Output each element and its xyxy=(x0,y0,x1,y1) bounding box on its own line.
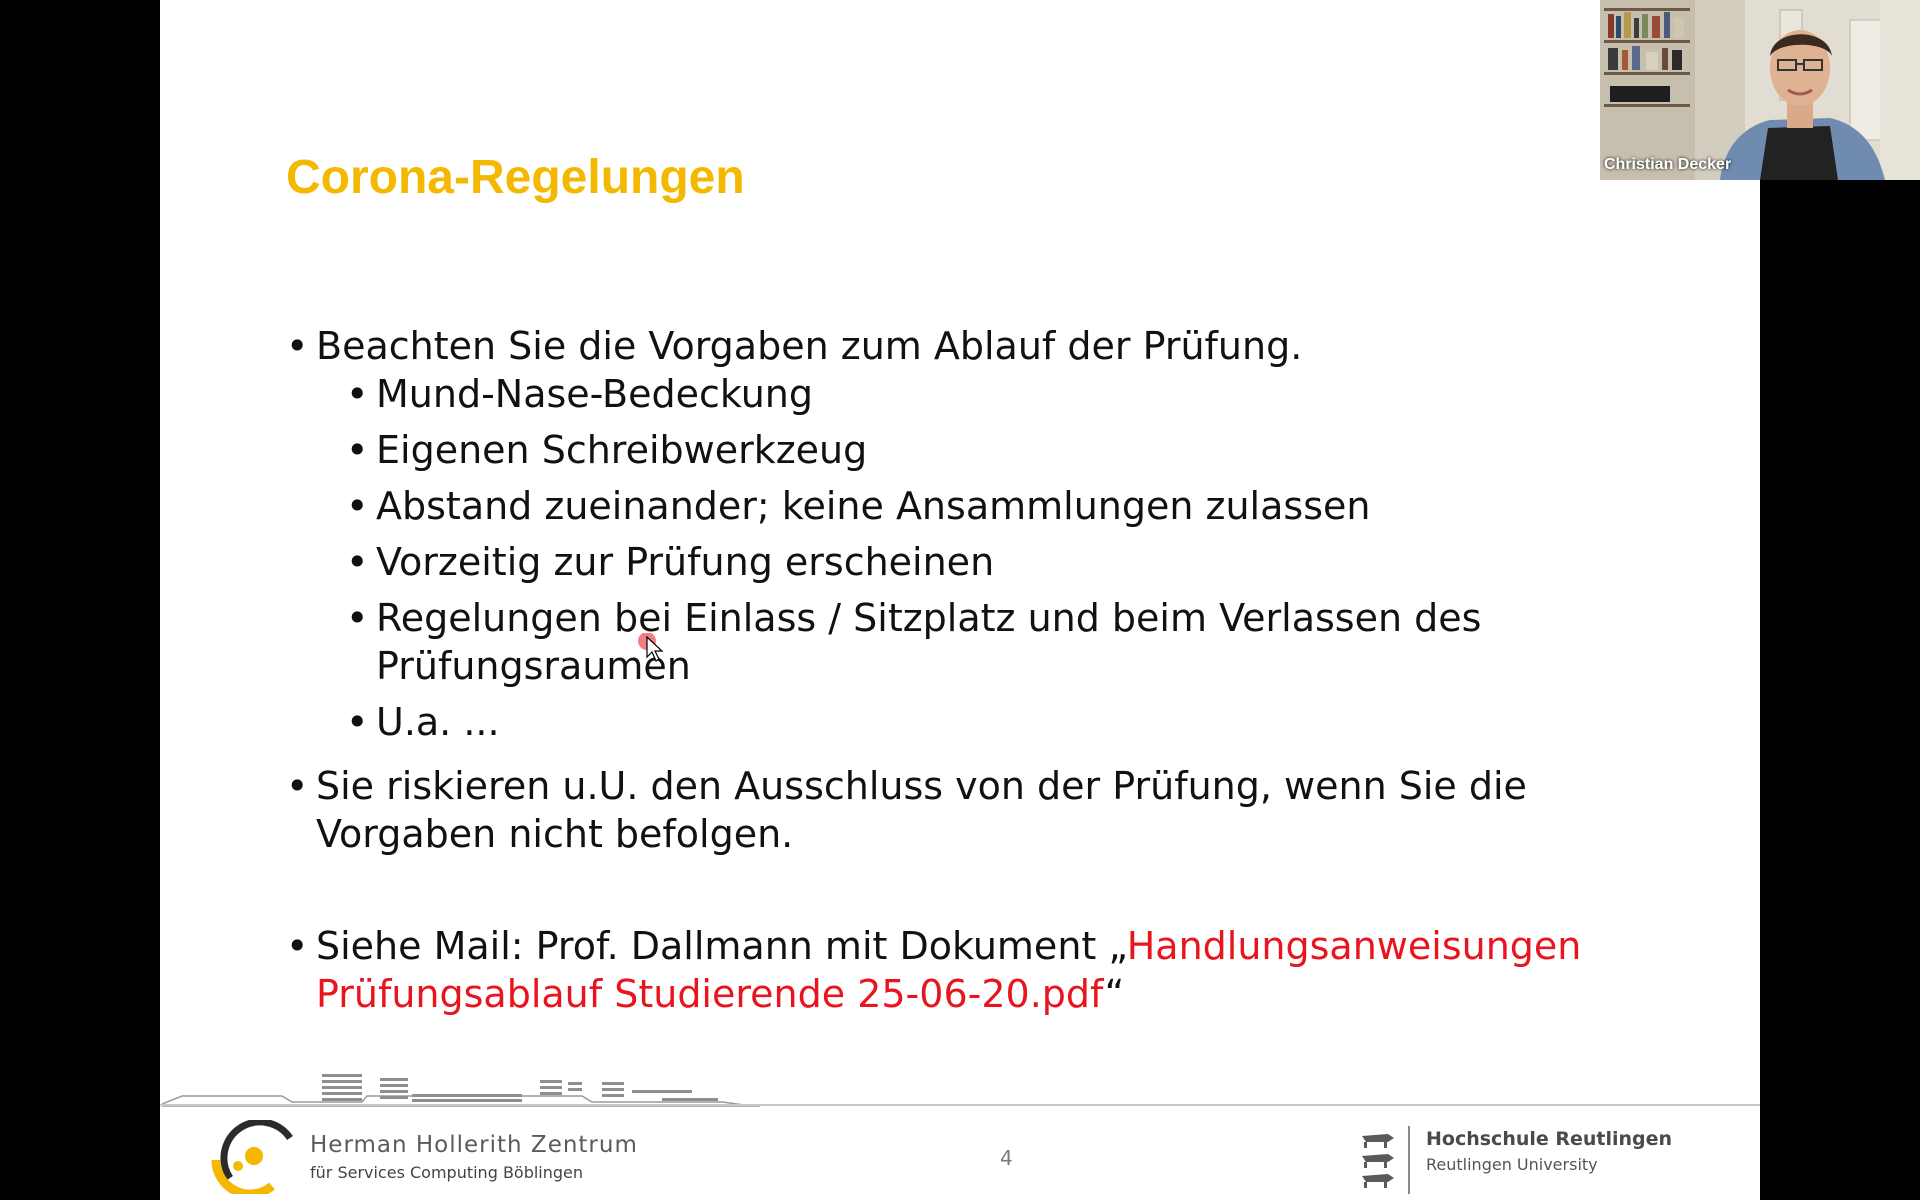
university-subtitle: Reutlingen University xyxy=(1426,1155,1598,1174)
bullet-text-suffix: “ xyxy=(1104,972,1125,1016)
slide-body: Beachten Sie die Vorgaben zum Ablauf der… xyxy=(286,322,1686,1018)
bullet-item-document: Siehe Mail: Prof. Dallmann mit Dokument … xyxy=(286,922,1686,1018)
university-divider xyxy=(1408,1126,1410,1194)
slide-title: Corona-Regelungen xyxy=(286,151,745,204)
hhz-org-name: Herman Hollerith Zentrum xyxy=(310,1132,638,1158)
webcam-video-tile[interactable]: Christian Decker xyxy=(1600,0,1920,180)
lion-emblem-icon xyxy=(1362,1134,1394,1188)
participant-name-label: Christian Decker xyxy=(1604,156,1732,173)
sub-bullet-item: Vorzeitig zur Prüfung erscheinen xyxy=(346,538,1686,586)
footer-divider xyxy=(160,1104,1760,1106)
page-number: 4 xyxy=(1000,1146,1013,1170)
sub-bullet-item: Eigenen Schreibwerkzeug xyxy=(346,426,1686,474)
sub-bullet-item: Regelungen bei Einlass / Sitzplatz und b… xyxy=(346,594,1686,690)
hhz-org-subtitle: für Services Computing Böblingen xyxy=(310,1163,584,1182)
presentation-slide: Corona-Regelungen Beachten Sie die Vorga… xyxy=(160,0,1760,1200)
sub-bullet-item: Mund-Nase-Bedeckung xyxy=(346,370,1686,418)
sub-bullet-item: U.a. ... xyxy=(346,698,1686,746)
university-name: Hochschule Reutlingen xyxy=(1426,1128,1673,1150)
sub-bullet-item: Abstand zueinander; keine Ansammlungen z… xyxy=(346,482,1686,530)
bullet-text: Siehe Mail: Prof. Dallmann mit Dokument … xyxy=(316,924,1127,968)
bullet-item: Sie riskieren u.U. den Ausschluss von de… xyxy=(286,762,1686,858)
webcam-video-image xyxy=(1600,0,1920,180)
hhz-logo-icon xyxy=(211,1120,293,1194)
mouse-pointer-icon xyxy=(638,633,664,662)
bullet-item: Beachten Sie die Vorgaben zum Ablauf der… xyxy=(286,322,1686,370)
